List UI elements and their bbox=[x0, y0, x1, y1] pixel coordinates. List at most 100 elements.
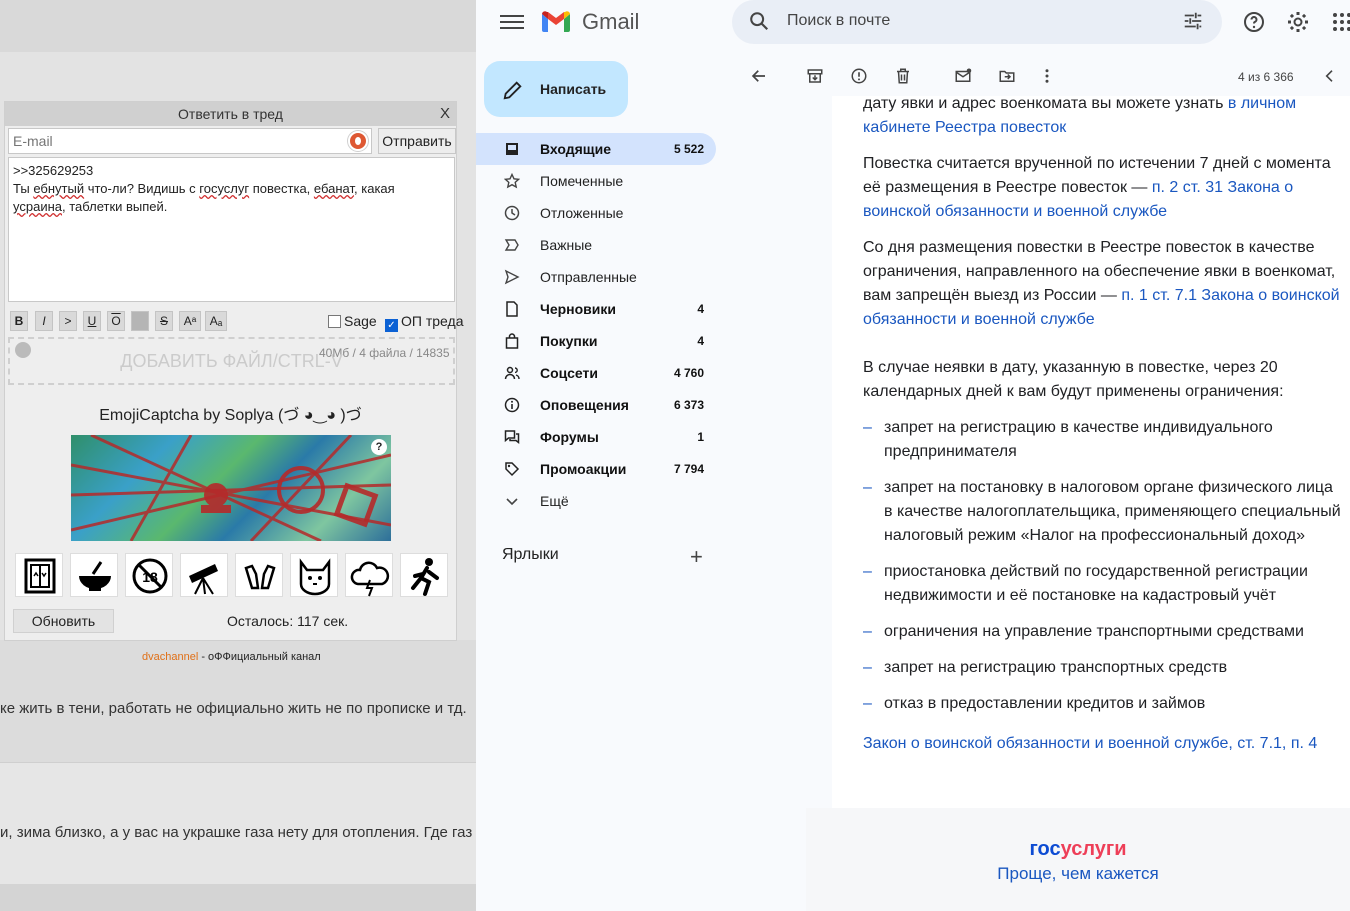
bowl-icon bbox=[79, 561, 111, 591]
nav-item-8[interactable]: Оповещения 6 373 bbox=[476, 389, 732, 421]
nav-item-4[interactable]: Отправленные bbox=[476, 261, 732, 293]
clock-icon bbox=[504, 205, 520, 221]
captcha-option-1[interactable] bbox=[15, 553, 63, 597]
nav-item-3[interactable]: Важные bbox=[476, 229, 732, 261]
captcha-help-button[interactable]: ? bbox=[371, 439, 387, 455]
superscript-button[interactable]: Aᵃ bbox=[179, 311, 201, 331]
gosuslugi-footer: госуслуги Проще, чем кажется bbox=[806, 808, 1350, 911]
underline-button[interactable]: U bbox=[83, 311, 101, 331]
captcha-image: ? bbox=[71, 435, 391, 541]
trash-icon[interactable] bbox=[894, 67, 912, 85]
mail-nav: Входящие 5 522 Помеченные Отложенные Важные О… bbox=[476, 133, 732, 517]
nav-item-label: Отложенные bbox=[540, 205, 624, 221]
nav-item-label: Соцсети bbox=[540, 365, 598, 381]
hands-icon bbox=[244, 564, 276, 590]
post-text-2: и, зима близко, а у вас на украшке газа … bbox=[0, 824, 473, 841]
logo-part-uslugi: услуги bbox=[1060, 838, 1127, 860]
overline-button[interactable]: O bbox=[107, 311, 125, 331]
bold-button[interactable]: B bbox=[10, 311, 28, 331]
captcha-option-6[interactable] bbox=[290, 553, 338, 597]
message-fragment: , таблетки выпей. bbox=[62, 199, 168, 214]
captcha-option-8[interactable] bbox=[400, 553, 448, 597]
filter-options-icon[interactable] bbox=[1182, 10, 1204, 32]
nav-item-count: 4 bbox=[697, 334, 704, 348]
mark-unread-icon[interactable] bbox=[954, 67, 972, 85]
refresh-captcha-button[interactable]: Обновить bbox=[13, 609, 114, 633]
channel-line: dvachannel - оФФициальный канал bbox=[142, 651, 321, 663]
subscript-button[interactable]: Aₐ bbox=[205, 311, 227, 331]
message-fragment: , какая bbox=[354, 181, 395, 196]
compose-button[interactable]: Написать bbox=[484, 61, 628, 117]
message-toolbar: 4 из 6 366 bbox=[732, 56, 1350, 96]
chevron-down-icon bbox=[506, 498, 518, 506]
search-icon[interactable] bbox=[748, 10, 770, 32]
captcha-option-7[interactable] bbox=[345, 553, 393, 597]
message-textarea[interactable]: >>325629253 Ты ебнутый что-ли? Видишь с … bbox=[8, 157, 455, 360]
duckduckgo-icon[interactable] bbox=[348, 131, 368, 151]
add-label-icon[interactable]: + bbox=[690, 544, 703, 570]
menu-icon[interactable] bbox=[500, 12, 524, 30]
captcha-option-4[interactable] bbox=[180, 553, 228, 597]
paragraph-text: дату явки и адрес военкомата вы можете у… bbox=[863, 95, 1228, 112]
law-reference-link[interactable]: Закон о воинской обязанности и военной с… bbox=[863, 735, 1317, 752]
strike-button[interactable]: S bbox=[155, 311, 173, 331]
nav-item-label: Важные bbox=[540, 237, 593, 253]
file-drop-zone[interactable]: ДОБАВИТЬ ФАЙЛ/CTRL-V bbox=[8, 337, 455, 385]
nav-item-6[interactable]: Покупки 4 bbox=[476, 325, 732, 357]
sage-checkbox[interactable]: Sage bbox=[328, 313, 377, 329]
nav-item-11[interactable]: Ещё bbox=[476, 485, 732, 517]
gmail-logo-icon bbox=[542, 11, 570, 32]
nav-item-5[interactable]: Черновики 4 bbox=[476, 293, 732, 325]
nav-item-2[interactable]: Отложенные bbox=[476, 197, 732, 229]
close-button[interactable]: X bbox=[440, 102, 450, 126]
nav-item-1[interactable]: Помеченные bbox=[476, 165, 732, 197]
move-to-folder-icon[interactable] bbox=[998, 67, 1016, 85]
quote-button[interactable]: > bbox=[59, 311, 77, 331]
star-icon bbox=[504, 173, 520, 189]
nav-item-label: Помеченные bbox=[540, 173, 624, 189]
nav-item-label: Черновики bbox=[540, 301, 617, 317]
search-bar[interactable]: Поиск в почте bbox=[732, 0, 1222, 44]
gosuslugi-logo[interactable]: госуслуги bbox=[806, 838, 1350, 861]
captcha-emoji-row: 18 bbox=[15, 553, 455, 597]
captcha-option-5[interactable] bbox=[235, 553, 283, 597]
search-input[interactable]: Поиск в почте bbox=[787, 12, 890, 30]
forum-icon bbox=[504, 430, 520, 445]
archive-icon[interactable] bbox=[806, 67, 824, 85]
running-man-icon bbox=[411, 558, 439, 596]
nav-item-9[interactable]: Форумы 1 bbox=[476, 421, 732, 453]
nav-item-label: Покупки bbox=[540, 333, 598, 349]
nav-item-7[interactable]: Соцсети 4 760 bbox=[476, 357, 732, 389]
more-options-icon[interactable] bbox=[1038, 67, 1056, 85]
apps-grid-icon[interactable] bbox=[1330, 10, 1350, 34]
back-arrow-icon[interactable] bbox=[750, 67, 768, 85]
reply-form-header[interactable]: Ответить в тред X bbox=[5, 102, 456, 126]
message-fragment: повестка, bbox=[249, 181, 314, 196]
checkbox-checked-icon: ✓ bbox=[385, 319, 398, 332]
email-row: Отправить bbox=[8, 128, 456, 154]
cat-icon bbox=[299, 558, 331, 596]
op-checkbox[interactable]: ✓ ОП треда bbox=[385, 313, 463, 332]
pencil-icon bbox=[503, 81, 522, 100]
channel-link[interactable]: dvachannel bbox=[142, 651, 198, 663]
email-field[interactable] bbox=[8, 128, 372, 154]
restriction-item: запрет на регистрацию в качестве индивид… bbox=[863, 416, 1343, 464]
help-icon[interactable] bbox=[1242, 10, 1266, 34]
format-toolbar: B I > U O S Aᵃ Aₐ Sage ✓ ОП треда bbox=[8, 311, 463, 333]
restriction-item: ограничения на управление транспортными … bbox=[863, 620, 1343, 644]
settings-gear-icon[interactable] bbox=[1286, 10, 1310, 34]
chevron-left-icon[interactable] bbox=[1322, 68, 1338, 84]
message-line-2: Ты ебнутый что-ли? Видишь с госуслуг пов… bbox=[13, 180, 450, 198]
post-block-2 bbox=[0, 762, 476, 884]
spoiler-button[interactable] bbox=[131, 311, 149, 331]
nav-item-0[interactable]: Входящие 5 522 bbox=[476, 133, 716, 165]
italic-button[interactable]: I bbox=[35, 311, 53, 331]
captcha-option-2[interactable] bbox=[70, 553, 118, 597]
report-spam-icon[interactable] bbox=[850, 67, 868, 85]
post-text-1: ке жить в тени, работать не официально ж… bbox=[0, 700, 467, 717]
captcha-option-3[interactable]: 18 bbox=[125, 553, 173, 597]
captcha-timer: Осталось: 117 сек. bbox=[227, 613, 349, 629]
send-button[interactable]: Отправить bbox=[378, 128, 456, 154]
nav-item-10[interactable]: Промоакции 7 794 bbox=[476, 453, 732, 485]
restriction-item: запрет на постановку в налоговом органе … bbox=[863, 476, 1343, 548]
